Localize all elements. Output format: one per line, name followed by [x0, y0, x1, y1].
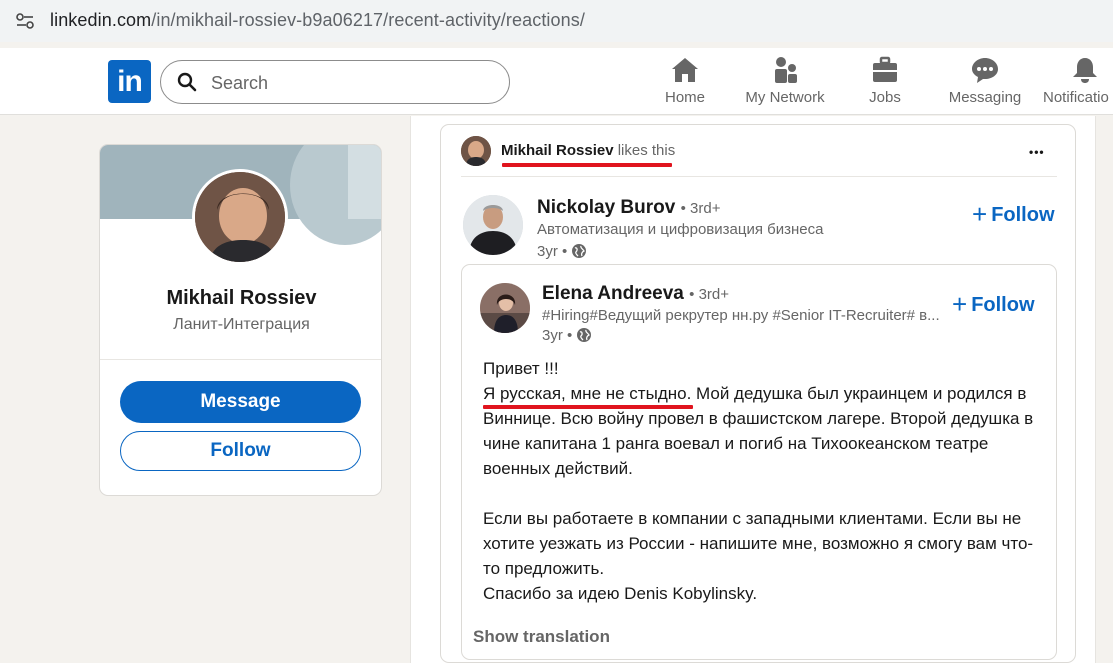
shared-author-name[interactable]: Elena Andreeva • 3rd+ — [542, 283, 729, 305]
message-button[interactable]: Message — [120, 381, 361, 423]
nav-home[interactable]: Home — [655, 56, 715, 114]
globe-icon — [577, 328, 592, 342]
post-paragraph: Если вы работаете в компании с западными… — [483, 509, 1034, 578]
actor-name[interactable]: Mikhail Rossiev — [501, 142, 614, 159]
post-paragraph: Я русская, мне не стыдно. Мой дедушка бы… — [483, 384, 1034, 478]
post-paragraph: Спасибо за идею Denis Kobylinsky. — [483, 584, 758, 603]
search-icon — [177, 72, 197, 92]
nav-label-jobs: Jobs — [869, 89, 901, 106]
author-name-text: Elena Andreeva — [542, 283, 684, 304]
linkedin-header: in Home My Network Jobs — [0, 48, 1113, 115]
nav-label-home: Home — [664, 89, 705, 106]
url-host: linkedin.com — [50, 10, 152, 30]
shared-post-timestamp: 3yr • — [542, 327, 592, 344]
timestamp-text: 3yr • — [537, 243, 568, 260]
connection-degree: • 3rd+ — [689, 286, 730, 303]
post-author-headline: Автоматизация и цифровизация бизнеса — [537, 221, 824, 238]
briefcase-icon — [873, 56, 897, 82]
divider — [461, 176, 1057, 177]
avatar[interactable] — [192, 169, 288, 265]
more-options-icon[interactable]: ••• — [1029, 145, 1045, 159]
red-underline — [502, 163, 672, 167]
url-text[interactable]: linkedin.com/in/mikhail-rossiev-b9a06217… — [50, 10, 585, 31]
profile-name[interactable]: Mikhail Rossiev — [100, 287, 381, 310]
plus-icon: + — [952, 289, 968, 319]
nav-my-network[interactable]: My Network — [740, 56, 830, 114]
home-icon — [672, 58, 698, 82]
red-underline — [483, 405, 693, 409]
shared-author-headline: #Hiring#Ведущий рекрутер нн.ру #Senior I… — [542, 307, 940, 324]
post-body: Привет !!! Я русская, мне не стыдно. Мой… — [483, 356, 1048, 606]
profile-card: Mikhail Rossiev Ланит-Интеграция Message… — [99, 144, 382, 496]
timestamp-text: 3yr • — [542, 327, 573, 344]
search-box[interactable] — [160, 60, 510, 104]
avatar[interactable] — [480, 283, 530, 333]
nav-messaging[interactable]: Messaging — [945, 56, 1025, 114]
actor-avatar[interactable] — [461, 136, 491, 166]
site-settings-icon[interactable] — [14, 10, 36, 32]
linkedin-logo[interactable]: in — [108, 60, 151, 103]
globe-icon — [572, 244, 587, 258]
nav-label-messaging: Messaging — [948, 89, 1022, 106]
follow-author-button[interactable]: + Follow — [972, 199, 1055, 230]
follow-button[interactable]: Follow — [120, 431, 361, 471]
author-name-text: Nickolay Burov — [537, 197, 676, 218]
follow-label: Follow — [991, 204, 1055, 226]
follow-shared-author-button[interactable]: + Follow — [952, 289, 1035, 320]
nav-label-network: My Network — [745, 89, 825, 106]
post-author-name[interactable]: Nickolay Burov • 3rd+ — [537, 197, 720, 219]
messaging-icon — [972, 58, 998, 83]
shared-post-card[interactable]: Elena Andreeva • 3rd+ #Hiring#Ведущий ре… — [461, 264, 1057, 660]
plus-icon: + — [972, 199, 988, 229]
url-path: /in/mikhail-rossiev-b9a06217/recent-acti… — [151, 10, 585, 30]
activity-action: likes this — [617, 142, 676, 159]
divider — [100, 359, 381, 360]
profile-company: Ланит-Интеграция — [173, 316, 310, 333]
activity-text: Mikhail Rossiev likes this — [501, 142, 675, 159]
avatar[interactable] — [463, 195, 523, 255]
connection-degree: • 3rd+ — [680, 200, 721, 217]
nav-jobs[interactable]: Jobs — [858, 56, 912, 114]
post-timestamp: 3yr • — [537, 243, 587, 260]
post-paragraph: Привет !!! — [483, 359, 559, 378]
show-translation-button[interactable]: Show translation — [473, 627, 610, 647]
network-icon — [775, 57, 797, 83]
nav-label-notifications: Notificatio — [1043, 89, 1109, 106]
bell-icon — [1073, 58, 1097, 83]
nav-notifications[interactable]: Notificatio — [1040, 56, 1113, 114]
follow-label: Follow — [971, 294, 1035, 316]
search-input[interactable] — [211, 70, 491, 96]
browser-url-bar[interactable]: linkedin.com/in/mikhail-rossiev-b9a06217… — [0, 0, 1113, 42]
activity-card: Mikhail Rossiev likes this ••• Nickolay … — [440, 124, 1076, 663]
